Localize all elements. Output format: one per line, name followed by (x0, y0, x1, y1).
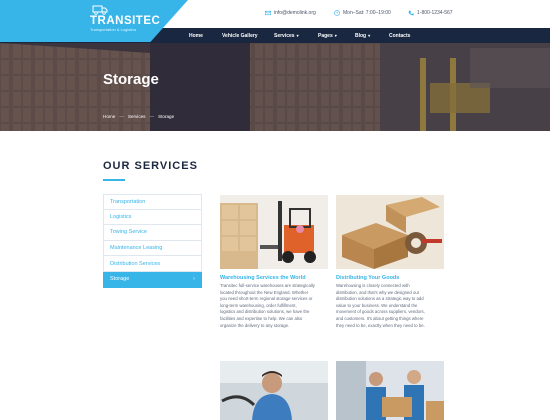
card-text-line: Warehousing is closely connected with (336, 283, 410, 288)
nav-home-label: Home (189, 32, 203, 39)
logo-title: TRANSITEC (90, 15, 161, 27)
forklift-warehouse-image[interactable] (220, 195, 328, 269)
chevron-right-icon: › (193, 276, 195, 283)
sidebar-item-towing-service[interactable]: Towing Service (103, 225, 202, 241)
envelope-icon (265, 10, 271, 16)
packing-boxes-image[interactable] (336, 195, 444, 269)
breadcrumb: Home — Services — Storage (103, 114, 174, 119)
card-text-line: facilities and expertise to help. We can… (220, 315, 303, 321)
card-description: Warehousing is closely connected with di… (336, 283, 444, 329)
clock-icon (334, 10, 340, 16)
sidebar-item-transportation[interactable]: Transportation (103, 194, 202, 210)
section-title: OUR SERVICES (103, 160, 198, 172)
nav-services[interactable]: Services ▾ (274, 28, 299, 43)
card-text-line: located throughout the New England. Whet… (220, 289, 309, 295)
hours-contact: Mon–Sat: 7:00–19:00 (334, 10, 391, 16)
chevron-down-icon: ▾ (368, 33, 371, 38)
card-text-line: organize the delivery to any storage. (220, 322, 290, 328)
phone-text: 1-800-1234-567 (417, 10, 453, 16)
sidebar-item-logistics[interactable]: Logistics (103, 209, 202, 226)
sidebar-item-maintenance-leasing[interactable]: Maintenance Leasing (103, 240, 202, 257)
card-text-line: you need short-term regional storage ser… (220, 296, 313, 302)
sidebar-item-distribution-services[interactable]: Distribution Services (103, 256, 202, 272)
card-text-line: Transitec full-service warehouses are st… (220, 283, 315, 288)
nav-contacts-label: Contacts (389, 32, 411, 39)
breadcrumb-separator: — (149, 114, 155, 119)
card-text-line: they need to be, exactly when they need … (336, 322, 425, 328)
sidebar-item-label: Transportation (110, 198, 146, 205)
card-text-line: logistics and distribution solutions, we… (220, 309, 310, 315)
card-text-line: distribution solutions as a strategic wa… (336, 296, 424, 302)
card-text-line: distribution, and that's why we designed… (336, 289, 420, 295)
breadcrumb-separator: — (119, 114, 124, 119)
logo-tagline: Transportation & Logistics (90, 28, 137, 32)
sidebar-item-label: Distribution Services (110, 260, 161, 267)
phone-contact[interactable]: 1-800-1234-567 (408, 10, 453, 16)
email-contact[interactable]: info@demolink.org (265, 10, 316, 16)
nav-blog[interactable]: Blog ▾ (355, 28, 370, 43)
phone-icon (408, 10, 414, 16)
nav-blog-label: Blog (355, 32, 367, 39)
card-text-line: movement of goods across suppliers, vend… (336, 309, 425, 315)
nav-vehicle-gallery-label: Vehicle Gallery (222, 32, 258, 39)
nav-pages[interactable]: Pages ▾ (318, 28, 337, 43)
nav-services-label: Services (274, 32, 295, 39)
breadcrumb-current: Storage (158, 114, 175, 119)
nav-vehicle-gallery[interactable]: Vehicle Gallery (222, 28, 258, 43)
truck-icon (92, 5, 108, 15)
driver-image[interactable] (220, 361, 328, 420)
card-description: Transitec full-service warehouses are st… (220, 283, 328, 329)
sidebar-item-label: Logistics (110, 213, 132, 220)
breadcrumb-home[interactable]: Home (103, 114, 115, 119)
sidebar-item-label: Storage (110, 276, 130, 283)
card-text-line: value to your business. We understand th… (336, 302, 418, 308)
sidebar-item-label: Maintenance Leasing (110, 245, 163, 252)
card-text-line: long-term warehousing, order fulfillment… (220, 302, 297, 308)
chevron-down-icon: ▾ (334, 33, 337, 38)
hours-text: Mon–Sat: 7:00–19:00 (343, 10, 391, 16)
card-title[interactable]: Warehousing Services the World (220, 275, 306, 281)
delivery-workers-image[interactable] (336, 361, 444, 420)
nav-contacts[interactable]: Contacts (389, 28, 410, 43)
title-underline (103, 179, 125, 181)
nav-pages-label: Pages (318, 32, 333, 39)
services-sidebar: Transportation Logistics Towing Service … (103, 194, 202, 288)
sidebar-item-storage[interactable]: Storage › (103, 271, 202, 288)
card-title[interactable]: Distributing Your Goods (336, 275, 399, 281)
hero-banner (0, 43, 550, 131)
email-text: info@demolink.org (274, 10, 316, 16)
page-title: Storage (103, 71, 159, 88)
sidebar-item-label: Towing Service (110, 229, 147, 236)
chevron-down-icon: ▾ (296, 33, 299, 38)
breadcrumb-services[interactable]: Services (128, 114, 146, 119)
nav-home[interactable]: Home (189, 28, 203, 43)
card-text-line: and customers. It's about getting things… (336, 315, 424, 321)
